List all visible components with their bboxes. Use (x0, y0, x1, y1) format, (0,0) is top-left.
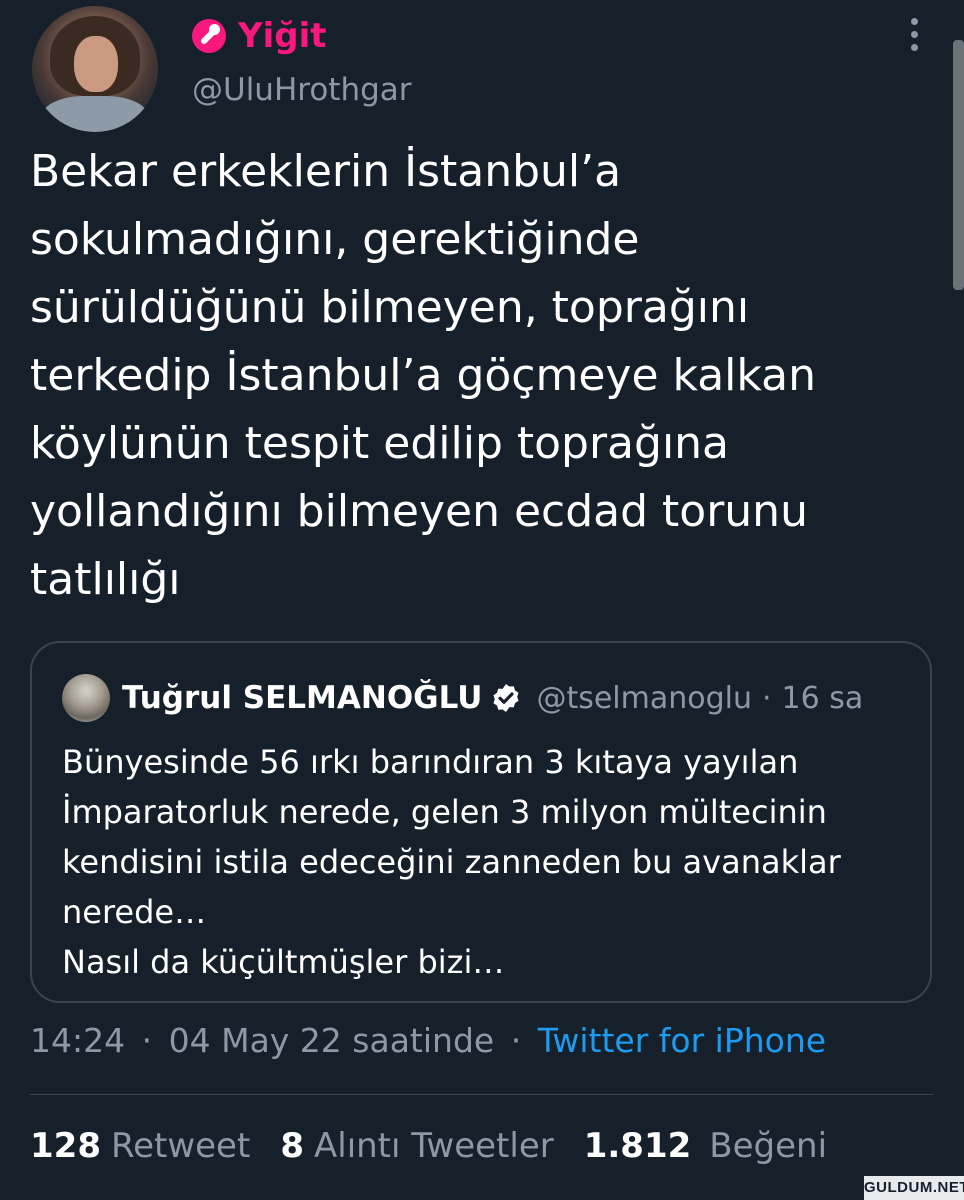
site-watermark: GULDUM.NET (864, 1176, 964, 1200)
author-avatar[interactable] (32, 6, 158, 132)
quoted-tweet-card[interactable]: Tuğrul SELMANOĞLU @tselmanoglu · 16 sa B… (30, 641, 932, 1003)
tweet-text-line: köylünün tespit edilip toprağına (30, 418, 730, 469)
tweet-source-link[interactable]: Twitter for iPhone (538, 1021, 826, 1060)
verified-badge-icon (493, 684, 519, 712)
likes-label: Beğeni (709, 1126, 828, 1166)
retweets-stat[interactable]: 128 Retweet (30, 1126, 250, 1166)
retweets-label: Retweet (110, 1126, 251, 1166)
separator-dot: · (141, 1021, 153, 1060)
tweet-text-line: terkedip İstanbul’a göçmeye kalkan (30, 350, 816, 401)
scrollbar[interactable] (953, 40, 964, 290)
author-handle[interactable]: @UluHrothgar (192, 72, 412, 108)
quote-tweets-label: Alıntı Tweetler (313, 1126, 554, 1166)
tweet-text-line: sürüldüğünü bilmeyen, toprağını (30, 282, 750, 333)
quoted-tweet-text: Bünyesinde 56 ırkı barındıran 3 kıtaya y… (62, 737, 912, 987)
quoted-tweet-time[interactable]: 16 sa (782, 681, 864, 716)
tweet-time[interactable]: 14:24 (30, 1021, 125, 1060)
tweet-text-line: tatlılığı (30, 554, 181, 605)
author-display-name[interactable]: Yiğit (192, 16, 327, 56)
quoted-text-line: nerede… (62, 893, 207, 931)
quoted-tweet-header: Tuğrul SELMANOĞLU @tselmanoglu · 16 sa (62, 673, 863, 723)
separator-dot: · (510, 1021, 522, 1060)
separator-dot: · (762, 680, 772, 716)
likes-count: 1.812 (583, 1126, 692, 1166)
quoted-text-line: Nasıl da küçültmüşler bizi… (62, 943, 505, 981)
quote-tweets-count: 8 (280, 1126, 304, 1166)
tweet-text-line: yollandığını bilmeyen ecdad torunu (30, 486, 808, 537)
tweet-meta: 14:24 · 04 May 22 saatinde · Twitter for… (30, 1021, 826, 1060)
avatar-shirt-shape (42, 96, 148, 132)
quoted-author-handle[interactable]: @tselmanoglu (536, 681, 752, 716)
tweet-text-line: Bekar erkeklerin İstanbul’a (30, 146, 622, 197)
quoted-text-line: İmparatorluk nerede, gelen 3 milyon mült… (62, 793, 827, 831)
more-options-icon[interactable] (902, 18, 926, 58)
author-name-text: Yiğit (238, 16, 327, 56)
paintbrush-emoji-icon (192, 19, 226, 53)
tweet-text: Bekar erkeklerin İstanbul’a sokulmadığın… (30, 138, 930, 614)
divider (30, 1094, 934, 1095)
quoted-author-name[interactable]: Tuğrul SELMANOĞLU (122, 680, 482, 716)
likes-stat[interactable]: 1.812 Beğeni (584, 1126, 827, 1166)
quoted-author-avatar[interactable] (62, 674, 110, 722)
retweets-count: 128 (30, 1126, 101, 1166)
avatar-face-shape (74, 36, 118, 92)
quoted-text-line: kendisini istila edeceğini zanneden bu a… (62, 843, 841, 881)
tweet-stats: 128 Retweet 8 Alıntı Tweetler 1.812 Beğeni (30, 1126, 857, 1166)
quote-tweets-stat[interactable]: 8 Alıntı Tweetler (280, 1126, 553, 1166)
tweet-text-line: sokulmadığını, gerektiğinde (30, 214, 640, 265)
quoted-text-line: Bünyesinde 56 ırkı barındıran 3 kıtaya y… (62, 743, 799, 781)
tweet-date[interactable]: 04 May 22 saatinde (169, 1021, 495, 1060)
